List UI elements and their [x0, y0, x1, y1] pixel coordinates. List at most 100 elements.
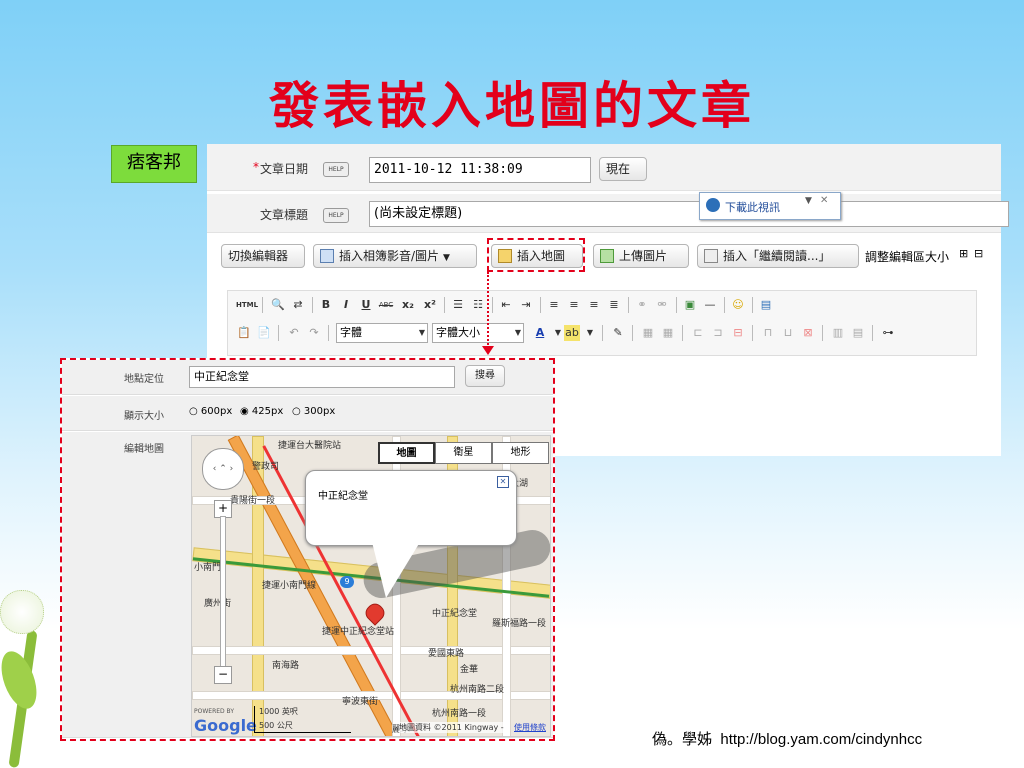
bold-icon[interactable]: B: [318, 297, 334, 313]
subscript-icon[interactable]: x₂: [400, 297, 416, 313]
merge-cells-icon[interactable]: ▥: [830, 325, 846, 341]
close-icon[interactable]: ✕: [497, 476, 509, 488]
chevron-down-icon[interactable]: ▼: [582, 325, 598, 341]
date-row: * 文章日期 HELP 2011-10-12 11:38:09 現在: [207, 144, 1001, 191]
superscript-icon[interactable]: x²: [422, 297, 438, 313]
map-type-terrain[interactable]: 地形: [492, 442, 549, 464]
html-icon[interactable]: HTML: [236, 297, 258, 313]
location-input[interactable]: 中正紀念堂: [189, 366, 455, 388]
insert-album-button[interactable]: 插入相簿影音/圖片 ▼: [313, 244, 477, 268]
expand-icon[interactable]: ⊞: [959, 247, 968, 260]
date-help-button[interactable]: HELP: [323, 162, 349, 177]
more-icon: [704, 249, 718, 263]
scale-meters: 500 公尺: [259, 721, 293, 730]
scale-bar: 1000 英呎 500 公尺: [254, 706, 351, 733]
map-label: 小南門: [194, 563, 222, 573]
switch-editor-button[interactable]: 切換編輯器: [221, 244, 305, 268]
map-label: 金華: [460, 665, 479, 675]
separator: [822, 325, 823, 341]
map-label: 捷運台大醫院站: [278, 441, 342, 451]
size-option-300[interactable]: ○ 300px: [292, 406, 335, 417]
insert-row-after-icon[interactable]: ⊐: [710, 325, 726, 341]
ordered-list-icon[interactable]: ☰: [450, 297, 466, 313]
size-option-600[interactable]: ○ 600px: [189, 406, 232, 417]
title-help-button[interactable]: HELP: [323, 208, 349, 223]
zoom-slider-track[interactable]: [220, 516, 226, 668]
date-input[interactable]: 2011-10-12 11:38:09: [369, 157, 591, 183]
popup-close-icon[interactable]: ✕: [820, 195, 828, 206]
google-map[interactable]: 捷運台大醫院站 警政司 貴陽街一段 小南門 捷運小南門線 捷運中正紀念堂站 中正…: [191, 435, 551, 737]
separator: [328, 325, 329, 341]
link-icon[interactable]: ⚭: [634, 297, 650, 313]
terms-link[interactable]: 使用條款: [514, 722, 546, 733]
dropdown-icon: ▼: [443, 253, 450, 263]
zoom-out-button[interactable]: −: [214, 666, 232, 684]
table-icon[interactable]: ▦: [640, 325, 656, 341]
video-download-popup[interactable]: 下載此視訊 ▼ ✕: [699, 192, 841, 220]
separator: [682, 325, 683, 341]
map-pin-icon[interactable]: [362, 600, 388, 626]
size-select-value: 字體大小: [436, 326, 480, 339]
horizontal-rule-icon[interactable]: —: [702, 297, 718, 313]
flower-icon: [0, 590, 44, 634]
google-logo: Google: [194, 716, 257, 735]
map-type-map[interactable]: 地圖: [378, 442, 435, 464]
image-icon[interactable]: ▣: [682, 297, 698, 313]
emoticon-icon[interactable]: ☺: [730, 297, 746, 313]
replace-icon[interactable]: ⇄: [290, 297, 306, 313]
size-option-425[interactable]: ◉ 425px: [240, 406, 283, 417]
paste-word-icon[interactable]: 📄: [256, 325, 272, 341]
redo-icon[interactable]: ↷: [306, 325, 322, 341]
page-break-icon[interactable]: ⊶: [880, 325, 896, 341]
collapse-icon[interactable]: ⊟: [974, 247, 983, 260]
italic-icon[interactable]: I: [338, 297, 354, 313]
separator: [602, 325, 603, 341]
media-icon[interactable]: ▤: [758, 297, 774, 313]
insert-col-after-icon[interactable]: ⊔: [780, 325, 796, 341]
highlight-color-icon[interactable]: ab: [564, 325, 580, 341]
undo-icon[interactable]: ↶: [286, 325, 302, 341]
align-right-icon[interactable]: ≡: [586, 297, 602, 313]
text-color-icon[interactable]: A: [532, 325, 548, 341]
size-row: 顯示大小 ○ 600px ◉ 425px ○ 300px: [62, 396, 553, 431]
delete-row-icon[interactable]: ⊟: [730, 325, 746, 341]
map-type-satellite[interactable]: 衛星: [435, 442, 492, 464]
indent-icon[interactable]: ⇥: [518, 297, 534, 313]
delete-col-icon[interactable]: ⊠: [800, 325, 816, 341]
upload-image-label: 上傳圖片: [619, 249, 668, 263]
bullet-list-icon[interactable]: ☷: [470, 297, 486, 313]
now-button[interactable]: 現在: [599, 157, 647, 181]
map-label: 捷運中正紀念堂站: [322, 627, 395, 637]
slide-title: 發表嵌入地圖的文章: [269, 76, 755, 135]
search-button[interactable]: 搜尋: [465, 365, 505, 387]
leaf-icon: [0, 646, 44, 714]
split-cells-icon[interactable]: ▤: [850, 325, 866, 341]
strikethrough-icon[interactable]: ABC: [378, 297, 394, 313]
map-copyright: 地圖資料 ©2011 Kingway -: [399, 722, 504, 733]
justify-icon[interactable]: ≣: [606, 297, 622, 313]
edit-map-label: 編輯地圖: [124, 444, 164, 455]
title-input[interactable]: (尚未設定標題): [369, 201, 1009, 227]
map-label: 杭州南路一段: [432, 709, 487, 719]
underline-icon[interactable]: U: [358, 297, 374, 313]
edit-icon[interactable]: ✎: [610, 325, 626, 341]
insert-more-button[interactable]: 插入「繼續閱讀...」: [697, 244, 859, 268]
popup-menu-icon[interactable]: ▼: [805, 196, 812, 206]
font-family-select[interactable]: 字體 ▼: [336, 323, 428, 343]
insert-col-before-icon[interactable]: ⊓: [760, 325, 776, 341]
pan-control-icon[interactable]: ‹ ⌃ ›: [202, 448, 244, 490]
map-label: 愛國東路: [428, 649, 465, 659]
find-icon[interactable]: 🔍: [270, 297, 286, 313]
map-label: 廣州街: [204, 599, 232, 609]
footer-url: http://blog.yam.com/cindynhcc: [720, 731, 923, 748]
upload-image-button[interactable]: 上傳圖片: [593, 244, 689, 268]
outdent-icon[interactable]: ⇤: [498, 297, 514, 313]
insert-row-before-icon[interactable]: ⊏: [690, 325, 706, 341]
insert-map-highlight: [487, 238, 585, 272]
table-props-icon[interactable]: ▦: [660, 325, 676, 341]
unlink-icon[interactable]: ⚮: [654, 297, 670, 313]
paste-icon[interactable]: 📋: [236, 325, 252, 341]
font-size-select[interactable]: 字體大小 ▼: [432, 323, 524, 343]
align-left-icon[interactable]: ≡: [546, 297, 562, 313]
align-center-icon[interactable]: ≡: [566, 297, 582, 313]
